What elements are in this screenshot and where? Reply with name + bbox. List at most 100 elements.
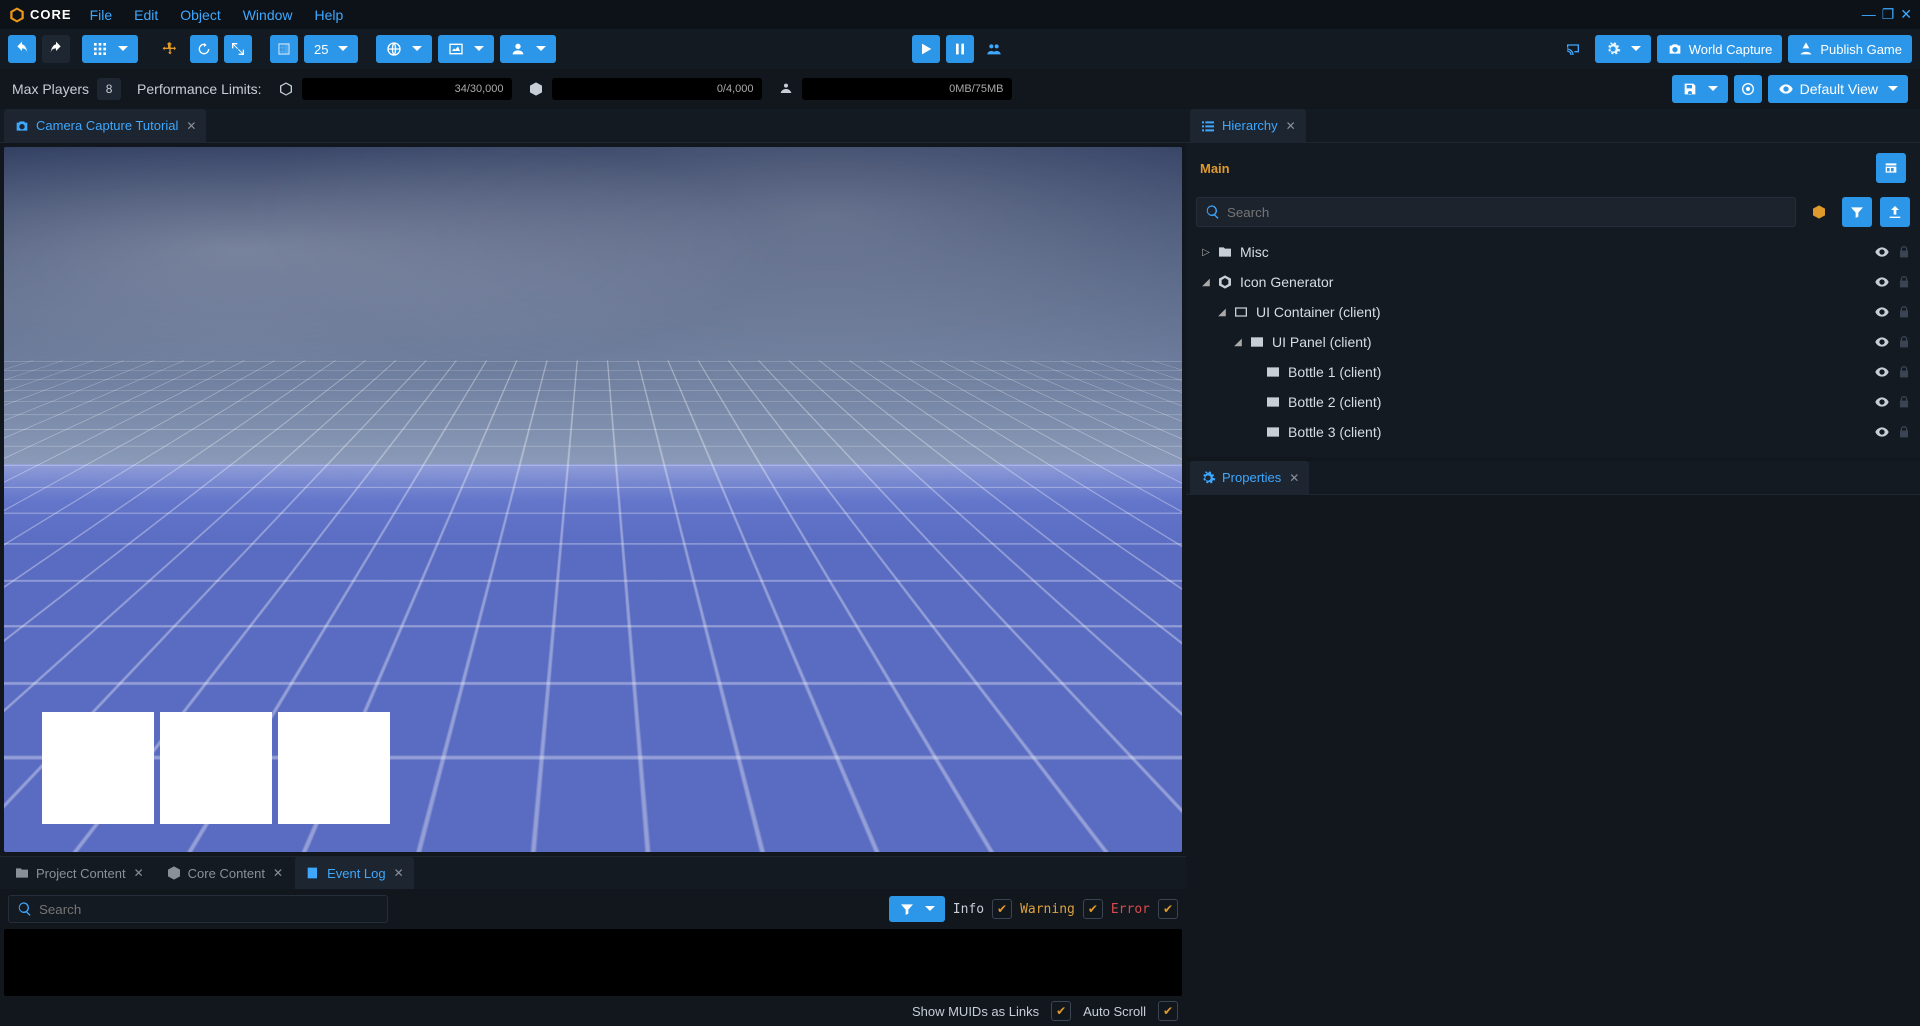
move-tool[interactable]	[156, 35, 184, 63]
scene-name[interactable]: Main	[1200, 161, 1230, 176]
eye-icon[interactable]	[1874, 274, 1890, 290]
tab-close-icon[interactable]: ✕	[394, 866, 404, 880]
log-info-toggle[interactable]	[992, 899, 1012, 919]
eye-icon[interactable]	[1874, 424, 1890, 440]
terrain-dropdown[interactable]	[438, 35, 494, 63]
app-name: CORE	[30, 7, 72, 22]
rotate-tool[interactable]	[190, 35, 218, 63]
target-button[interactable]	[1734, 75, 1762, 103]
cast-button[interactable]	[1557, 35, 1589, 63]
lock-icon[interactable]	[1896, 304, 1912, 320]
hierarchy-tab[interactable]: Hierarchy ✕	[1190, 109, 1306, 142]
settings-dropdown[interactable]	[1595, 35, 1651, 63]
hierarchy-tabbar: Hierarchy ✕	[1186, 109, 1920, 143]
tab-event-log[interactable]: Event Log ✕	[295, 857, 414, 889]
muids-toggle[interactable]	[1051, 1001, 1071, 1021]
world-capture-button[interactable]: World Capture	[1657, 35, 1783, 63]
grid-snap-dropdown[interactable]	[82, 35, 138, 63]
log-error-label: Error	[1111, 902, 1150, 917]
tab-close-icon[interactable]: ✕	[186, 119, 196, 133]
player-dropdown[interactable]	[500, 35, 556, 63]
expand-toggle[interactable]: ▷	[1198, 247, 1214, 258]
tab-label: Project Content	[36, 866, 126, 881]
hierarchy-filter-button[interactable]	[1842, 197, 1872, 227]
expand-toggle[interactable]: ◢	[1214, 307, 1230, 318]
log-search[interactable]	[8, 895, 388, 923]
hierarchy-node[interactable]: Bottle 1 (client)	[1186, 357, 1920, 387]
lock-icon[interactable]	[1896, 424, 1912, 440]
scale-tool[interactable]	[224, 35, 252, 63]
viewport-tab[interactable]: Camera Capture Tutorial ✕	[4, 109, 206, 142]
lock-icon[interactable]	[1896, 364, 1912, 380]
app-logo: CORE	[8, 6, 72, 24]
eye-icon[interactable]	[1874, 364, 1890, 380]
undo-button[interactable]	[8, 35, 36, 63]
cube-icon	[278, 81, 294, 97]
stats-bar: Max Players 8 Performance Limits: 34/30,…	[0, 69, 1920, 109]
hierarchy-node[interactable]: Bottle 2 (client)	[1186, 387, 1920, 417]
default-view-dropdown[interactable]: Default View	[1768, 75, 1908, 103]
viewport-3d[interactable]	[4, 147, 1182, 852]
tab-close-icon[interactable]: ✕	[134, 866, 144, 880]
eye-icon[interactable]	[1874, 394, 1890, 410]
expand-toggle[interactable]: ◢	[1230, 337, 1246, 348]
eye-icon[interactable]	[1874, 244, 1890, 260]
pause-button[interactable]	[946, 35, 974, 63]
hierarchy-search[interactable]	[1196, 197, 1796, 227]
tab-close-icon[interactable]: ✕	[1286, 119, 1296, 133]
lock-icon[interactable]	[1896, 244, 1912, 260]
redo-button[interactable]	[42, 35, 70, 63]
hierarchy-node[interactable]: ◢UI Container (client)	[1186, 297, 1920, 327]
lock-icon[interactable]	[1896, 334, 1912, 350]
folder-icon	[14, 865, 30, 881]
maximize-icon[interactable]: ❐	[1882, 6, 1895, 23]
hierarchy-node[interactable]: ◢Icon Generator	[1186, 267, 1920, 297]
bottom-panel: Project Content ✕ Core Content ✕ Event L…	[0, 856, 1186, 1026]
multiplayer-preview-button[interactable]	[980, 35, 1008, 63]
hierarchy-search-input[interactable]	[1227, 205, 1787, 220]
max-players-value[interactable]: 8	[97, 78, 121, 100]
eye-icon[interactable]	[1874, 334, 1890, 350]
log-error-toggle[interactable]	[1158, 899, 1178, 919]
lock-icon[interactable]	[1896, 274, 1912, 290]
hierarchy-node[interactable]: Bottle 3 (client)	[1186, 417, 1920, 447]
close-icon[interactable]: ✕	[1900, 6, 1912, 23]
max-players-label: Max Players	[12, 81, 89, 97]
node-label: Misc	[1240, 244, 1269, 260]
eye-icon[interactable]	[1874, 304, 1890, 320]
menu-object[interactable]: Object	[180, 7, 220, 23]
grid-toggle[interactable]	[270, 35, 298, 63]
log-warning-toggle[interactable]	[1083, 899, 1103, 919]
hierarchy-panel: Main ▷ Misc ◢Icon Generator◢UI Container (…	[1186, 143, 1920, 457]
tab-close-icon[interactable]: ✕	[273, 866, 283, 880]
tab-project-content[interactable]: Project Content ✕	[4, 857, 154, 889]
log-search-input[interactable]	[39, 902, 379, 917]
properties-title: Properties	[1222, 470, 1281, 485]
log-output[interactable]	[4, 929, 1182, 996]
save-dropdown[interactable]	[1672, 75, 1728, 103]
lock-icon[interactable]	[1896, 394, 1912, 410]
tab-close-icon[interactable]: ✕	[1289, 471, 1299, 485]
menu-file[interactable]: File	[90, 7, 113, 23]
menu-help[interactable]: Help	[315, 7, 344, 23]
hierarchy-node[interactable]: ▷ Misc	[1186, 237, 1920, 267]
hierarchy-title: Hierarchy	[1222, 118, 1278, 133]
properties-tab[interactable]: Properties ✕	[1190, 461, 1309, 494]
hierarchy-node[interactable]: ◢UI Panel (client)	[1186, 327, 1920, 357]
log-filter-dropdown[interactable]	[889, 896, 945, 922]
play-button[interactable]	[912, 35, 940, 63]
publish-button[interactable]: Publish Game	[1788, 35, 1912, 63]
scene-settings-button[interactable]	[1876, 153, 1906, 183]
hierarchy-tree: ▷ Misc ◢Icon Generator◢UI Container (clien…	[1186, 231, 1920, 457]
menu-edit[interactable]: Edit	[134, 7, 158, 23]
hierarchy-upload-button[interactable]	[1880, 197, 1910, 227]
minimize-icon[interactable]: —	[1862, 6, 1876, 23]
menu-window[interactable]: Window	[243, 7, 293, 23]
tab-core-content[interactable]: Core Content ✕	[156, 857, 293, 889]
autoscroll-toggle[interactable]	[1158, 1001, 1178, 1021]
tab-label: Event Log	[327, 866, 386, 881]
world-space-dropdown[interactable]	[376, 35, 432, 63]
expand-toggle[interactable]: ◢	[1198, 277, 1214, 288]
snap-distance[interactable]: 25	[304, 35, 358, 63]
hierarchy-cube-button[interactable]	[1804, 197, 1834, 227]
